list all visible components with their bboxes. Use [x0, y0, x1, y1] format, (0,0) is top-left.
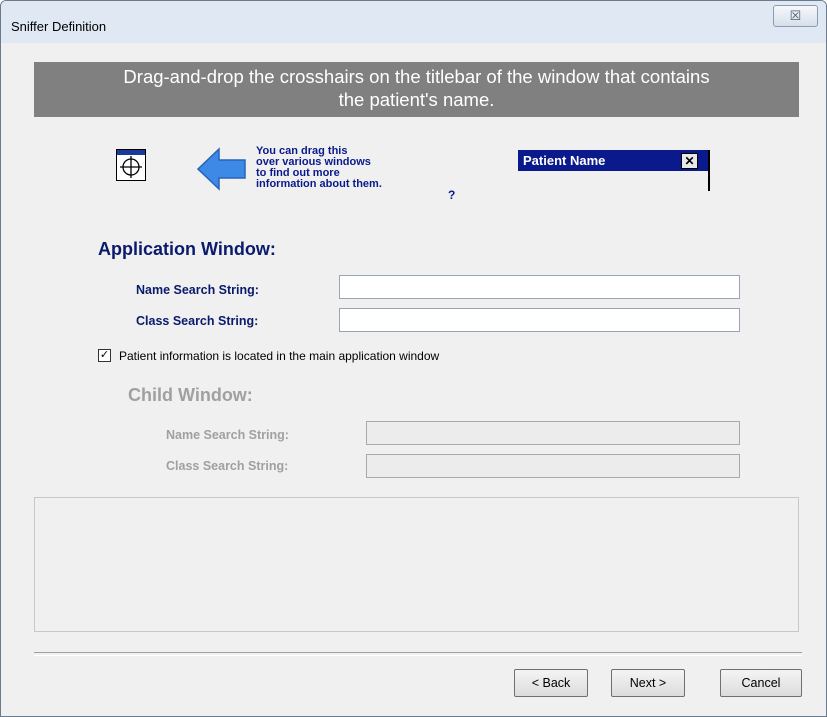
back-button[interactable]: < Back: [514, 669, 588, 697]
crosshair-tool-titlebar: [117, 150, 145, 155]
child-name-search-input[interactable]: [366, 421, 740, 445]
title-bar[interactable]: Sniffer Definition ☒: [1, 1, 826, 43]
app-class-search-input[interactable]: [339, 308, 740, 332]
sniffer-definition-dialog: Sniffer Definition ☒ Drag-and-drop the c…: [0, 0, 827, 717]
child-name-search-label: Name Search String:: [166, 428, 289, 442]
preview-window-edge: [708, 150, 710, 191]
cancel-button[interactable]: Cancel: [720, 669, 802, 697]
instruction-banner: Drag-and-drop the crosshairs on the titl…: [34, 62, 799, 117]
help-icon[interactable]: ?: [448, 188, 455, 202]
preview-title: Patient Name: [523, 153, 606, 168]
main-window-checkbox-label[interactable]: Patient information is located in the ma…: [119, 349, 439, 363]
drag-hint-text: You can drag this over various windows t…: [256, 145, 382, 190]
child-class-search-label: Class Search String:: [166, 459, 289, 473]
preview-titlebar: Patient Name: [518, 150, 708, 171]
close-button[interactable]: ☒: [773, 5, 818, 27]
preview-close-icon: ✕: [681, 153, 698, 169]
footer-separator: [34, 652, 802, 656]
crosshair-icon: [120, 156, 142, 178]
crosshair-drag-tool[interactable]: [116, 149, 146, 181]
info-panel: [34, 497, 799, 632]
child-class-search-input[interactable]: [366, 454, 740, 478]
app-class-search-label: Class Search String:: [136, 314, 259, 328]
child-window-heading: Child Window:: [128, 385, 253, 405]
banner-line-1: Drag-and-drop the crosshairs on the titl…: [123, 66, 710, 87]
close-icon: ☒: [789, 8, 802, 23]
app-name-search-label: Name Search String:: [136, 283, 259, 297]
patient-name-window-preview: Patient Name ✕: [518, 150, 711, 191]
banner-line-2: the patient's name.: [338, 89, 495, 110]
app-name-search-input[interactable]: [339, 275, 740, 299]
window-title: Sniffer Definition: [11, 19, 107, 34]
main-window-checkbox[interactable]: ✓: [98, 349, 111, 362]
next-button[interactable]: Next >: [611, 669, 685, 697]
application-window-heading: Application Window:: [98, 239, 276, 259]
arrow-left-icon: [197, 147, 246, 191]
